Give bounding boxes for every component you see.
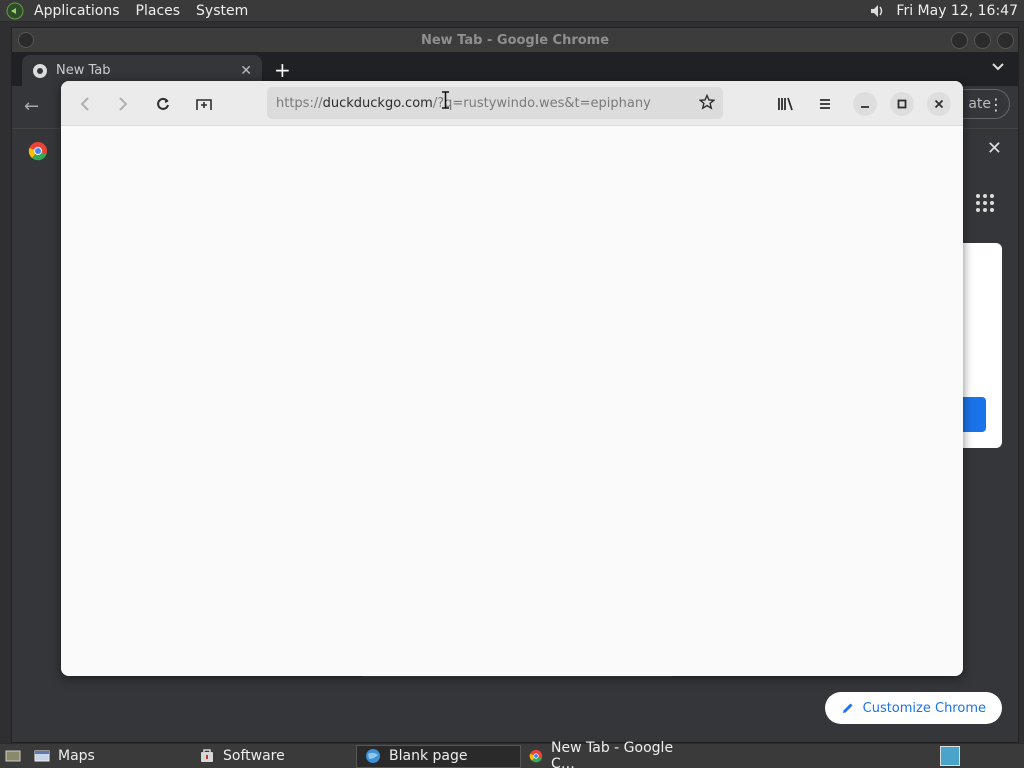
epiphany-headerbar[interactable]: https://duckduckgo.com/?q=rustywindo.wes…	[61, 81, 963, 126]
new-tab-button[interactable]	[192, 92, 216, 116]
menu-applications[interactable]: Applications	[26, 0, 128, 22]
taskbar-item-new-tab-chrome[interactable]: New Tab - Google C…	[521, 740, 691, 768]
window-menu-button[interactable]	[18, 32, 34, 48]
menu-places[interactable]: Places	[128, 0, 189, 22]
bottom-panel: Maps Software Blank page New Tab - Googl…	[0, 740, 1024, 768]
back-arrow-icon[interactable]: ←	[24, 96, 39, 117]
url-rest: /?q=rustywindo.wes&t=epiphany	[432, 95, 651, 111]
chrome-window-title: New Tab - Google Chrome	[420, 32, 610, 48]
epiphany-icon	[366, 749, 380, 763]
hamburger-icon	[820, 99, 830, 109]
forward-button[interactable]	[111, 92, 135, 116]
minimize-button[interactable]	[853, 92, 877, 116]
maximize-icon	[897, 99, 907, 109]
software-icon	[201, 749, 213, 762]
bookmark-star-icon[interactable]	[698, 93, 716, 114]
infobar-close-icon[interactable]: ✕	[987, 138, 1002, 159]
chevron-down-icon[interactable]	[992, 60, 1004, 75]
new-tab-icon	[196, 99, 212, 110]
library-icon	[778, 97, 793, 111]
taskbar-item-blank-page[interactable]: Blank page	[356, 744, 521, 768]
close-icon	[934, 99, 944, 109]
customize-chrome-button[interactable]: Customize Chrome	[824, 692, 1002, 724]
close-button[interactable]	[997, 32, 1014, 49]
minimize-button[interactable]	[951, 32, 968, 49]
library-button[interactable]	[774, 92, 798, 116]
tab-close-icon[interactable]: ✕	[240, 63, 252, 79]
epiphany-window: https://duckduckgo.com/?q=rustywindo.wes…	[61, 81, 963, 676]
tab-title: New Tab	[56, 63, 111, 78]
reload-icon	[157, 97, 169, 110]
customize-chrome-label: Customize Chrome	[862, 700, 986, 716]
maximize-button[interactable]	[890, 92, 914, 116]
new-tab-button[interactable]: +	[274, 58, 291, 82]
url-host: duckduckgo.com	[322, 95, 433, 111]
chrome-titlebar[interactable]: New Tab - Google Chrome	[12, 28, 1018, 52]
url-scheme: https://	[276, 95, 323, 111]
taskbar-item-label: Blank page	[389, 748, 468, 764]
window-icon	[34, 750, 50, 762]
taskbar-item-label: Maps	[58, 748, 95, 764]
apps-grid-icon[interactable]	[976, 194, 994, 212]
taskbar-item-software[interactable]: Software	[191, 745, 356, 768]
chrome-icon	[529, 749, 543, 763]
minimize-icon	[861, 106, 869, 108]
gnome-foot-icon[interactable]	[4, 0, 26, 22]
panel-clock[interactable]: Fri May 12, 16:47	[896, 3, 1024, 19]
workspace-switcher[interactable]	[940, 746, 960, 766]
taskbar-item-label: Software	[223, 748, 285, 764]
volume-icon[interactable]	[866, 0, 888, 22]
show-desktop-icon[interactable]	[0, 745, 26, 768]
back-button[interactable]	[73, 92, 97, 116]
pencil-icon	[842, 703, 853, 713]
taskbar-item-maps[interactable]: Maps	[26, 745, 191, 768]
taskbar-item-label: New Tab - Google C…	[551, 740, 674, 768]
close-button[interactable]	[927, 92, 951, 116]
chrome-icon	[33, 63, 47, 78]
window-controls	[951, 32, 1014, 49]
chrome-logo-icon	[28, 142, 47, 161]
kebab-menu-icon[interactable]: ⋮	[988, 95, 1004, 114]
maximize-button[interactable]	[974, 32, 991, 49]
top-panel: Applications Places System Fri May 12, 1…	[0, 0, 1024, 22]
reload-button[interactable]	[151, 92, 175, 116]
web-content-area[interactable]	[61, 126, 963, 676]
address-bar[interactable]: https://duckduckgo.com/?q=rustywindo.wes…	[267, 87, 723, 119]
hamburger-menu-button[interactable]	[813, 92, 837, 116]
menu-system[interactable]: System	[188, 0, 256, 22]
forward-chevron-icon	[119, 97, 128, 111]
text-cursor-icon	[442, 91, 449, 109]
back-chevron-icon	[80, 97, 89, 111]
